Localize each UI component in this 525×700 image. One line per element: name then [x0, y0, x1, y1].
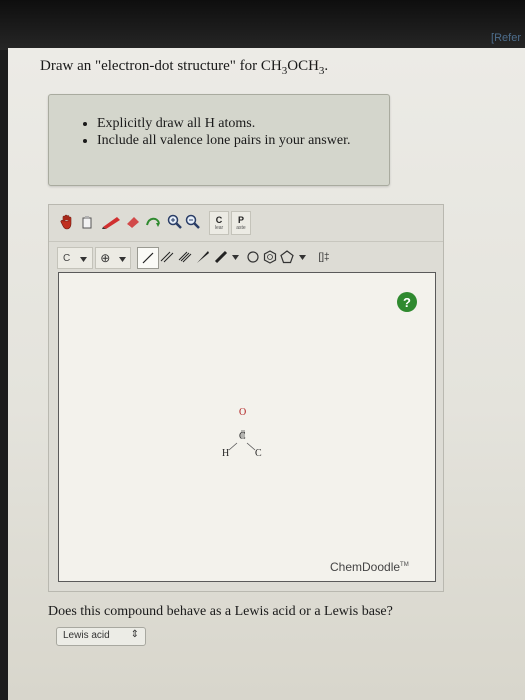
drawing-canvas[interactable]: O C H C	[58, 272, 436, 582]
question-prompt: Draw an "electron-dot structure" for CH3…	[40, 58, 329, 77]
chevron-down-icon	[118, 249, 126, 267]
chevron-down-icon[interactable]	[230, 249, 240, 265]
chemdoodle-watermark: ChemDoodleTM	[330, 560, 409, 574]
lewis-question: Does this compound behave as a Lewis aci…	[48, 604, 393, 619]
bold-bond-tool-icon[interactable]	[213, 247, 229, 267]
atom-selector[interactable]: C	[57, 247, 93, 269]
flip-tool-icon[interactable]	[145, 215, 161, 229]
molecule-drawing	[228, 430, 256, 451]
hexagon-ring-icon[interactable]	[262, 247, 278, 267]
lewis-answer-select[interactable]: Lewis acid ⇕	[56, 627, 146, 646]
pan-tool-icon[interactable]	[59, 213, 75, 231]
atom-carbon: C	[239, 431, 246, 442]
chevron-down-icon[interactable]	[297, 249, 307, 265]
paste-button[interactable]: P aste	[231, 211, 251, 235]
pencil-tool-icon[interactable]	[101, 215, 123, 229]
hint-item: Include all valence lone pairs in your a…	[97, 132, 389, 149]
charge-selector[interactable]: ⊕	[95, 247, 131, 269]
help-button[interactable]: ?	[397, 292, 417, 312]
wedge-bond-tool-icon[interactable]	[195, 247, 211, 267]
atom-oxygen: O	[239, 407, 247, 418]
atom-hydrogen: H	[222, 448, 230, 459]
zoom-in-icon[interactable]	[167, 214, 183, 230]
browser-top-bar: [Refer	[0, 0, 525, 50]
clear-button[interactable]: C lear	[209, 211, 229, 235]
atom-carbon-right: C	[255, 448, 262, 459]
triple-bond-tool-icon[interactable]	[177, 247, 193, 267]
toolbar-separator	[49, 241, 443, 242]
select-arrows-icon: ⇕	[130, 629, 139, 640]
eraser-tool-icon[interactable]	[125, 215, 141, 229]
single-bond-tool-icon[interactable]	[137, 247, 159, 269]
zoom-out-icon[interactable]	[185, 214, 201, 230]
chevron-down-icon	[80, 249, 88, 267]
references-link[interactable]: [Refer	[491, 32, 521, 44]
double-bond-tool-icon[interactable]	[159, 247, 175, 267]
cyclopropane-ring-icon[interactable]	[245, 247, 261, 267]
lasso-tool-icon[interactable]	[79, 213, 95, 231]
hint-box: Explicitly draw all H atoms. Include all…	[48, 94, 390, 186]
bracket-tool[interactable]: []‡	[313, 247, 335, 267]
charge-icon: ⊕	[100, 250, 111, 265]
hint-item: Explicitly draw all H atoms.	[97, 115, 389, 132]
select-value: Lewis acid	[63, 630, 110, 641]
pentagon-ring-icon[interactable]	[279, 247, 295, 267]
